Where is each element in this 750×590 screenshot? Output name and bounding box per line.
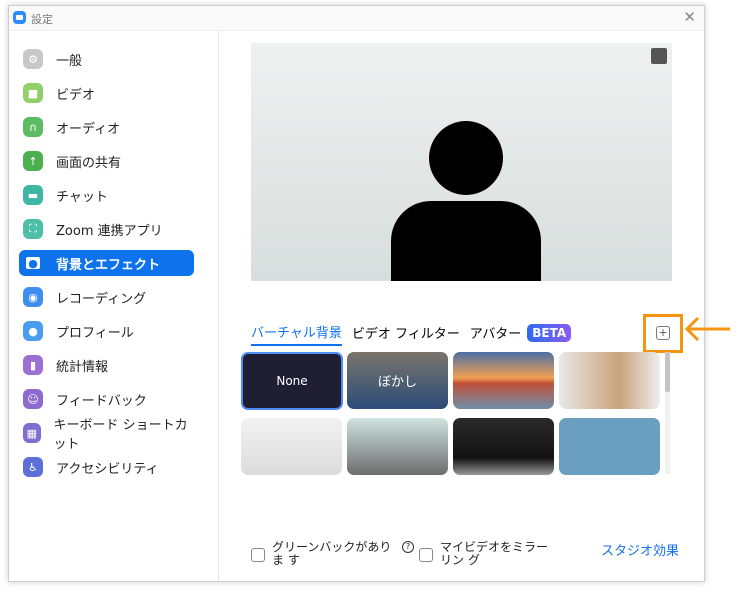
background-icon: ●: [26, 257, 40, 270]
sidebar-item[interactable]: ▬ チャット: [19, 182, 194, 208]
window-title: 設定: [31, 13, 53, 26]
sidebar-item[interactable]: ♿ アクセシビリティ: [19, 454, 194, 480]
add-background-button[interactable]: +: [656, 326, 670, 340]
stats-icon: ▮: [23, 355, 43, 375]
arrow-icon: [684, 316, 730, 342]
thumbnail-label: ぼかし: [377, 375, 417, 390]
sidebar-item[interactable]: ∩ オーディオ: [19, 114, 194, 140]
gear-icon: ⚙: [23, 49, 43, 69]
tab-avatar[interactable]: アバター: [470, 323, 521, 345]
sidebar-item[interactable]: ● プロフィール: [19, 318, 194, 344]
studio-effects-link[interactable]: スタジオ効果: [601, 540, 679, 559]
sidebar-item-label: レコーディング: [56, 291, 147, 307]
thumbnail-label: None: [276, 374, 308, 388]
record-icon: ◉: [23, 287, 43, 307]
thumbnail-meeting-room[interactable]: [559, 352, 660, 409]
video-icon: ■: [23, 83, 43, 103]
sidebar-item[interactable]: ◉ レコーディング: [19, 284, 194, 310]
rotate-camera-icon[interactable]: [651, 48, 667, 64]
mirror-option[interactable]: マイビデオをミラーリン グ: [419, 541, 558, 567]
green-screen-checkbox[interactable]: [251, 548, 265, 562]
sidebar-item-label: アクセシビリティ: [56, 461, 159, 477]
sidebar-item-label: 統計情報: [56, 359, 109, 375]
avatar-body: [391, 201, 541, 281]
thumbnail-armchair[interactable]: [241, 418, 342, 475]
add-background-highlight: +: [643, 314, 683, 353]
thumbnail-dark-shelf[interactable]: [453, 418, 554, 475]
beta-badge: BETA: [527, 323, 572, 342]
sidebar-item[interactable]: ⚙ 一般: [19, 46, 194, 72]
close-icon[interactable]: ✕: [683, 8, 696, 26]
sidebar-item[interactable]: ● 背景とエフェクト: [19, 250, 194, 276]
thumbnail-golden-gate[interactable]: [453, 352, 554, 409]
thumbnail-blue-wall[interactable]: [559, 418, 660, 475]
thumbnail-blur[interactable]: ぼかし: [347, 352, 448, 409]
sidebar-item-label: オーディオ: [56, 121, 121, 137]
tab-bar: バーチャル背景 ビデオ フィルター アバター BETA: [251, 322, 572, 346]
help-icon[interactable]: ?: [402, 541, 414, 553]
profile-icon: ●: [23, 321, 43, 341]
sidebar-item-label: 一般: [56, 53, 83, 69]
sidebar: ⚙ 一般 ■ ビデオ ∩ オーディオ ↑ 画面の共有 ▬ チャット ⛶ Zoom 連携アプリ ● 背景とエ…: [9, 31, 219, 581]
sidebar-item-label: プロフィール: [56, 325, 134, 341]
mirror-checkbox[interactable]: [419, 548, 433, 562]
sidebar-item[interactable]: ▦ キーボード ショートカット: [19, 418, 194, 452]
headphones-icon: ∩: [23, 117, 43, 137]
accessibility-icon: ♿: [23, 457, 43, 477]
sidebar-item[interactable]: ↑ 画面の共有: [19, 148, 194, 174]
thumbnail-none[interactable]: None: [241, 352, 343, 410]
sidebar-item[interactable]: ▮ 統計情報: [19, 352, 194, 378]
feedback-icon: ☺: [23, 389, 43, 409]
apps-icon: ⛶: [23, 219, 43, 239]
sidebar-item[interactable]: ☺ フィードバック: [19, 386, 194, 412]
sidebar-item-label: フィードバック: [56, 393, 147, 409]
mirror-label: マイビデオをミラーリン グ: [440, 540, 549, 567]
thumbnail-scrollbar[interactable]: [665, 352, 670, 474]
video-preview: [251, 43, 672, 281]
green-screen-label: グリーンバックがありま す: [272, 540, 392, 567]
thumbnail-living-room[interactable]: [347, 418, 448, 475]
tab-video-filter[interactable]: ビデオ フィルター: [352, 323, 460, 345]
sidebar-item-label: Zoom 連携アプリ: [56, 223, 163, 239]
zoom-app-icon: [13, 11, 26, 24]
green-screen-option[interactable]: グリーンバックがありま す ?: [251, 541, 414, 567]
keyboard-icon: ▦: [23, 423, 41, 443]
share-screen-icon: ↑: [23, 151, 43, 171]
title-bar: 設定 ✕: [9, 6, 704, 31]
sidebar-item-label: 背景とエフェクト: [56, 257, 161, 273]
tab-virtual-background[interactable]: バーチャル背景: [251, 322, 342, 346]
sidebar-item-label: 画面の共有: [56, 155, 122, 171]
chat-icon: ▬: [23, 185, 43, 205]
settings-window: 設定 ✕ ⚙ 一般 ■ ビデオ ∩ オーディオ ↑ 画面の共有 ▬ チャット ⛶ Zoom 連携アプリ…: [8, 5, 705, 582]
sidebar-item-label: キーボード ショートカット: [53, 418, 188, 452]
scrollbar-thumb[interactable]: [665, 352, 670, 392]
sidebar-item[interactable]: ⛶ Zoom 連携アプリ: [19, 216, 194, 242]
sidebar-item[interactable]: ■ ビデオ: [19, 80, 194, 106]
avatar-head: [429, 121, 503, 195]
sidebar-item-label: ビデオ: [56, 87, 96, 103]
sidebar-item-label: チャット: [56, 189, 108, 205]
